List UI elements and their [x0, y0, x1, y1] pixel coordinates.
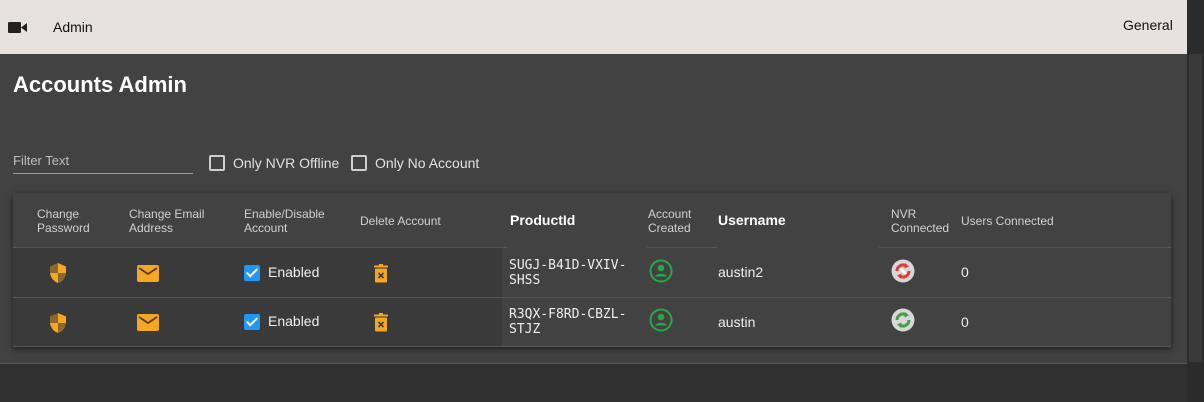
change-password-shield-icon[interactable]: [48, 312, 68, 337]
accounts-table: Change Password Change Email Address Ena…: [13, 193, 1171, 347]
enabled-label: Enabled: [268, 264, 320, 280]
checkbox-unchecked-icon[interactable]: [351, 155, 367, 171]
account-created-user-icon: [649, 259, 673, 286]
change-email-envelope-icon[interactable]: [137, 314, 159, 334]
header-product-id[interactable]: ProductId: [510, 213, 575, 227]
checkbox-unchecked-icon[interactable]: [209, 155, 225, 171]
only-nvr-offline-checkbox[interactable]: Only NVR Offline: [209, 155, 339, 171]
enable-checkbox[interactable]: Enabled: [244, 264, 320, 282]
header-delete-account: Delete Account: [360, 214, 441, 228]
username-cell: austin2: [718, 264, 764, 280]
filter-input[interactable]: [13, 150, 193, 170]
change-password-shield-icon[interactable]: [48, 262, 68, 287]
only-no-account-label: Only No Account: [375, 155, 480, 171]
username-cell: austin: [718, 314, 756, 330]
change-email-envelope-icon[interactable]: [137, 265, 159, 285]
checkbox-checked-icon[interactable]: [244, 265, 260, 282]
header-users-connected: Users Connected: [961, 214, 1054, 228]
users-connected-cell: 0: [961, 264, 969, 280]
product-id-line: SUGJ-B41D-VXIV-: [509, 258, 627, 273]
app-header: Admin General: [0, 0, 1187, 54]
delete-account-trash-icon[interactable]: [374, 313, 388, 335]
product-id-line: SHSS: [509, 273, 541, 288]
product-id-line: STJZ: [509, 322, 541, 337]
product-id-line: R3QX-F8RD-CBZL-: [509, 307, 627, 322]
only-nvr-offline-label: Only NVR Offline: [233, 155, 340, 171]
enable-checkbox[interactable]: Enabled: [244, 313, 320, 331]
header-username[interactable]: Username: [718, 213, 786, 227]
app-title[interactable]: Admin: [53, 19, 93, 35]
row-divider: [13, 297, 1171, 298]
enabled-label: Enabled: [268, 313, 320, 329]
header-enable-disable: Enable/Disable Account: [244, 207, 325, 235]
header-account-created: Account Created: [648, 207, 692, 235]
header-nvr-connected: NVR Connected: [891, 207, 950, 235]
nvr-disconnected-icon: [891, 259, 915, 286]
header-divider: [879, 247, 1171, 248]
filter-field[interactable]: [13, 150, 193, 174]
nvr-connected-icon: [891, 308, 915, 335]
scrollbar-thumb[interactable]: [1189, 54, 1202, 362]
delete-account-trash-icon[interactable]: [374, 264, 388, 286]
general-menu[interactable]: General: [1123, 17, 1173, 33]
product-id-cell: R3QX-F8RD-CBZL- STJZ: [509, 307, 626, 337]
users-connected-cell: 0: [961, 314, 969, 330]
only-no-account-checkbox[interactable]: Only No Account: [351, 155, 479, 171]
product-id-cell: SUGJ-B41D-VXIV- SHSS: [509, 258, 626, 288]
footer-area: [0, 363, 1187, 402]
video-camera-icon[interactable]: [8, 21, 28, 39]
row-divider: [13, 346, 1171, 347]
header-divider: [647, 247, 717, 248]
checkbox-checked-icon[interactable]: [244, 314, 260, 331]
account-created-user-icon: [649, 308, 673, 335]
header-change-email: Change Email Address: [129, 207, 205, 235]
page-title: Accounts Admin: [13, 72, 187, 97]
header-change-password: Change Password: [37, 207, 90, 235]
